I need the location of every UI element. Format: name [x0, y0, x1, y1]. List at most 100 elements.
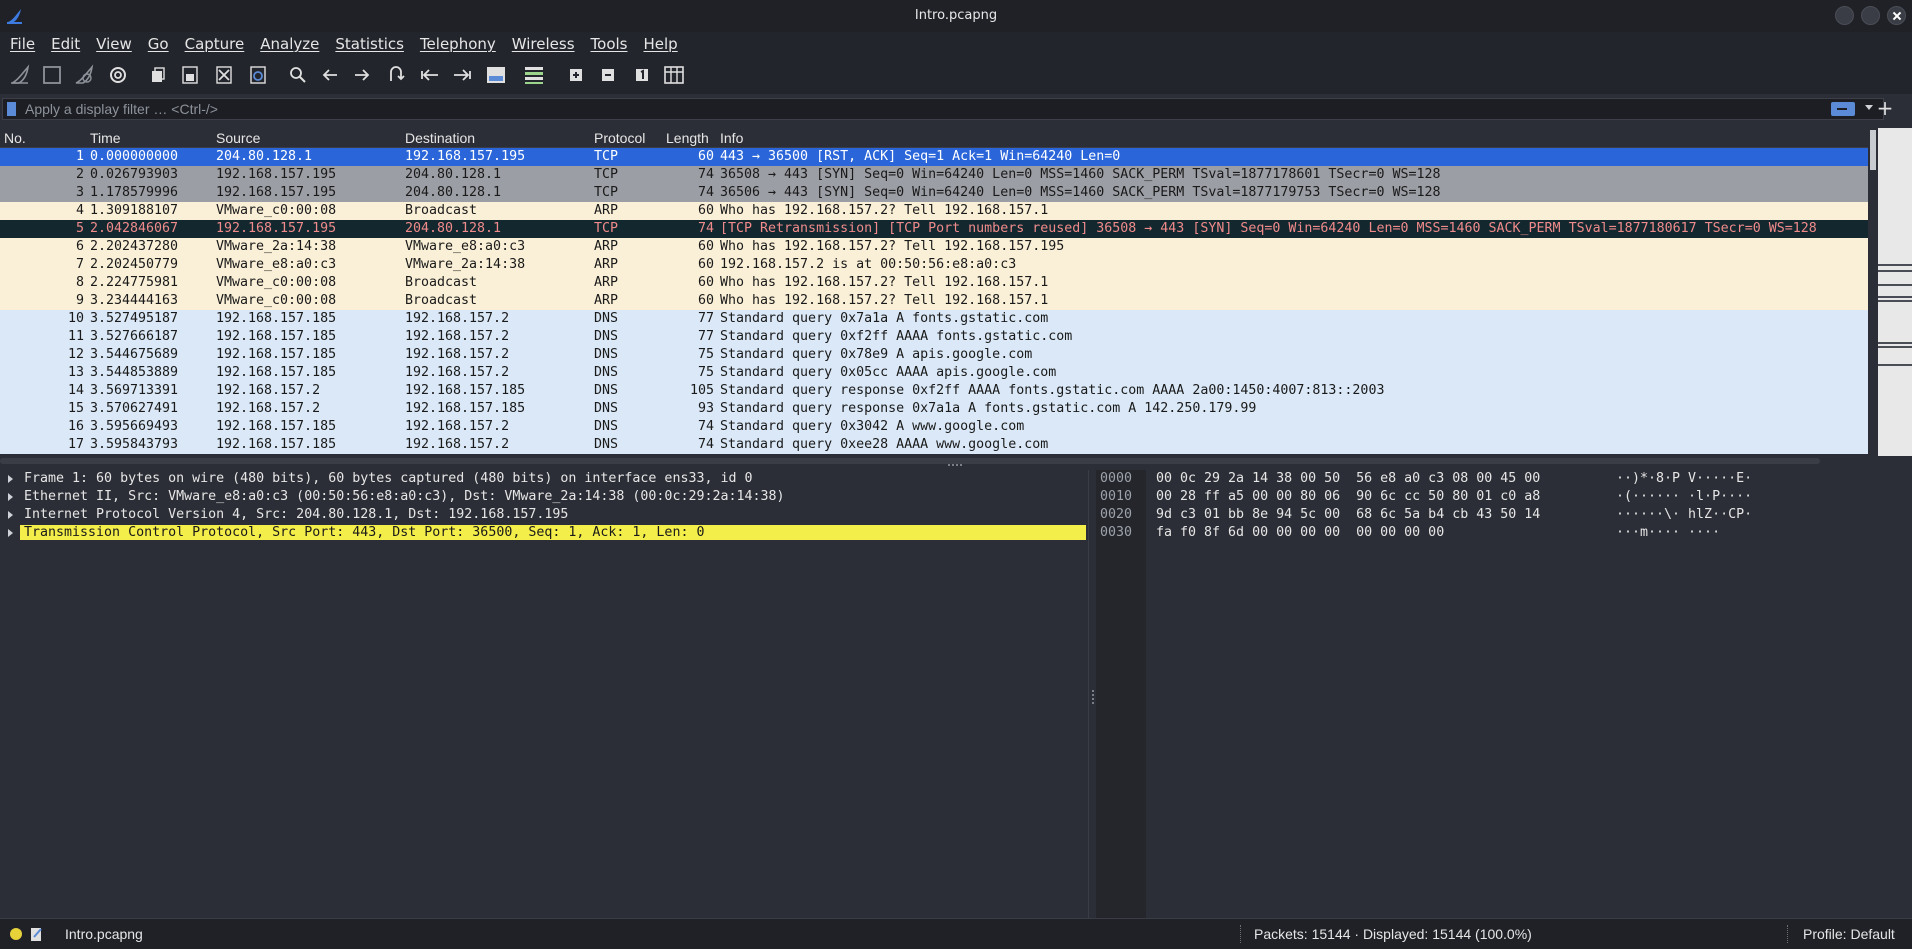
add-filter-button-plus-icon[interactable]: + [1874, 98, 1896, 120]
packet-rows: 1 0.000000000 204.80.128.1 192.168.157.195 T… [0, 148, 1868, 454]
packet-list-scrollbar[interactable] [1868, 128, 1878, 456]
menu-wireless[interactable]: Wireless [512, 35, 575, 53]
expand-arrow-icon[interactable] [8, 529, 13, 537]
packet-row[interactable]: 8 2.224775981 VMware_c0:00:08 Broadcast ARP 6… [0, 274, 1868, 292]
restart-capture-icon[interactable] [72, 64, 96, 86]
detail-row-ipv4[interactable]: Internet Protocol Version 4, Src: 204.80… [0, 506, 1088, 524]
normal-size-icon[interactable] [630, 64, 654, 86]
packet-row[interactable]: 3 1.178579996 192.168.157.195 204.80.128.1 T… [0, 184, 1868, 202]
packet-row[interactable]: 9 3.234444163 VMware_c0:00:08 Broadcast ARP 6… [0, 292, 1868, 310]
auto-scroll-icon[interactable] [484, 64, 508, 86]
zoom-out-icon[interactable] [596, 64, 620, 86]
display-filter-input[interactable] [25, 100, 1805, 118]
menu-tools[interactable]: Tools [591, 35, 628, 53]
detail-row-frame[interactable]: Frame 1: 60 bytes on wire (480 bits), 60… [0, 470, 1088, 488]
menu-view[interactable]: View [96, 35, 132, 53]
detail-row-ethernet[interactable]: Ethernet II, Src: VMware_e8:a0:c3 (00:50… [0, 488, 1088, 506]
resize-columns-icon[interactable] [662, 64, 686, 86]
packet-list-horizontal-scrollbar[interactable] [0, 458, 1820, 464]
filter-bookmark-icon[interactable] [7, 102, 16, 116]
stop-capture-icon[interactable] [40, 64, 64, 86]
packet-protocol: ARP [594, 203, 619, 218]
capture-options-icon[interactable] [106, 64, 130, 86]
find-packet-icon[interactable] [286, 64, 310, 86]
packet-row[interactable]: 2 0.026793903 192.168.157.195 204.80.128.1 T… [0, 166, 1868, 184]
bytes-row[interactable]: 0020 9d c3 01 bb 8e 94 5c 00 68 6c 5a b4… [1096, 506, 1752, 524]
column-header-destination[interactable]: Destination [405, 130, 475, 146]
open-file-icon[interactable] [146, 64, 170, 86]
packet-destination: 192.168.157.195 [405, 149, 526, 164]
packet-row[interactable]: 10 3.527495187 192.168.157.185 192.168.157.… [0, 310, 1868, 328]
apply-filter-icon[interactable] [1831, 102, 1855, 116]
packet-info: 36506 → 443 [SYN] Seq=0 Win=64240 Len=0 … [720, 185, 1441, 200]
menu-telephony[interactable]: Telephony [420, 35, 496, 53]
expand-arrow-icon[interactable] [8, 475, 13, 483]
menu-statistics[interactable]: Statistics [335, 35, 404, 53]
packet-row[interactable]: 6 2.202437280 VMware_2a:14:38 VMware_e8:a0:… [0, 238, 1868, 256]
reload-file-icon[interactable] [246, 64, 270, 86]
bytes-row[interactable]: 0000 00 0c 29 2a 14 38 00 50 56 e8 a0 c3… [1096, 470, 1752, 488]
packet-no: 13 [67, 365, 84, 380]
close-button[interactable] [1887, 6, 1906, 25]
packet-row[interactable]: 14 3.569713391 192.168.157.2 192.168.157.18… [0, 382, 1868, 400]
column-header-no[interactable]: No. [4, 130, 26, 146]
go-forward-icon[interactable] [350, 64, 374, 86]
save-file-icon[interactable] [178, 64, 202, 86]
expand-arrow-icon[interactable] [8, 493, 13, 501]
status-profile[interactable]: Profile: Default [1803, 926, 1895, 942]
maximize-button[interactable] [1861, 6, 1880, 25]
packet-minimap[interactable] [1878, 128, 1912, 456]
go-last-icon[interactable] [450, 64, 474, 86]
packet-row[interactable]: 5 2.042846067 192.168.157.195 204.80.128.1 T… [0, 220, 1868, 238]
packet-no: 9 [75, 293, 84, 308]
expand-arrow-icon[interactable] [8, 511, 13, 519]
colorize-icon[interactable] [522, 64, 546, 86]
column-header-info[interactable]: Info [720, 130, 743, 146]
packet-row[interactable]: 11 3.527666187 192.168.157.185 192.168.157.… [0, 328, 1868, 346]
packet-info: [TCP Retransmission] [TCP Port numbers r… [720, 221, 1817, 236]
zoom-in-icon[interactable] [564, 64, 588, 86]
minimize-button[interactable] [1835, 6, 1854, 25]
menu-go[interactable]: Go [148, 35, 169, 53]
column-header-time[interactable]: Time [90, 130, 121, 146]
packet-length: 60 [697, 293, 714, 308]
bytes-row[interactable]: 0010 00 28 ff a5 00 00 80 06 90 6c cc 50… [1096, 488, 1752, 506]
packet-time: 3.234444163 [90, 293, 179, 308]
close-file-icon[interactable] [212, 64, 236, 86]
packet-info: Who has 192.168.157.2? Tell 192.168.157.… [720, 239, 1065, 254]
detail-row-tcp[interactable]: Transmission Control Protocol, Src Port:… [0, 524, 1088, 542]
packet-row[interactable]: 4 1.309188107 VMware_c0:00:08 Broadcast ARP 6… [0, 202, 1868, 220]
menu-capture[interactable]: Capture [185, 35, 245, 53]
go-to-packet-icon[interactable] [384, 64, 408, 86]
packet-destination: 192.168.157.2 [405, 347, 510, 362]
packet-protocol: ARP [594, 293, 619, 308]
menu-edit[interactable]: Edit [51, 35, 80, 53]
menu-analyze[interactable]: Analyze [260, 35, 319, 53]
column-header-length[interactable]: Length [666, 130, 709, 146]
vertical-pane-splitter[interactable] [1088, 470, 1096, 918]
expert-info-led-icon[interactable] [10, 928, 22, 940]
packet-list-header: No. Time Source Destination Protocol Len… [0, 128, 1868, 148]
packet-destination: Broadcast [405, 203, 478, 218]
packet-row[interactable]: 16 3.595669493 192.168.157.185 192.168.157.… [0, 418, 1868, 436]
filter-history-chevron-down-icon[interactable] [1865, 105, 1873, 110]
packet-row[interactable]: 12 3.544675689 192.168.157.185 192.168.157.… [0, 346, 1868, 364]
scrollbar-thumb[interactable] [1870, 130, 1876, 170]
start-capture-icon[interactable] [8, 64, 32, 86]
packet-protocol: TCP [594, 149, 619, 164]
packet-row[interactable]: 1 0.000000000 204.80.128.1 192.168.157.195 T… [0, 148, 1868, 166]
go-first-icon[interactable] [418, 64, 442, 86]
go-back-icon[interactable] [318, 64, 342, 86]
menu-help[interactable]: Help [643, 35, 677, 53]
packet-source: VMware_c0:00:08 [216, 203, 337, 218]
column-header-source[interactable]: Source [216, 130, 260, 146]
packet-row[interactable]: 15 3.570627491 192.168.157.2 192.168.157.18… [0, 400, 1868, 418]
menu-file[interactable]: File [10, 35, 35, 53]
bytes-row[interactable]: 0030 fa f0 8f 6d 00 00 00 00 00 00 00 00… [1096, 524, 1720, 542]
packet-row[interactable]: 13 3.544853889 192.168.157.185 192.168.157.… [0, 364, 1868, 382]
column-header-protocol[interactable]: Protocol [594, 130, 645, 146]
capture-comment-icon[interactable] [30, 926, 44, 942]
pane-splitter-handle[interactable] [948, 464, 964, 468]
packet-row[interactable]: 17 3.595843793 192.168.157.185 192.168.157.… [0, 436, 1868, 454]
packet-row[interactable]: 7 2.202450779 VMware_e8:a0:c3 VMware_2a:14:… [0, 256, 1868, 274]
